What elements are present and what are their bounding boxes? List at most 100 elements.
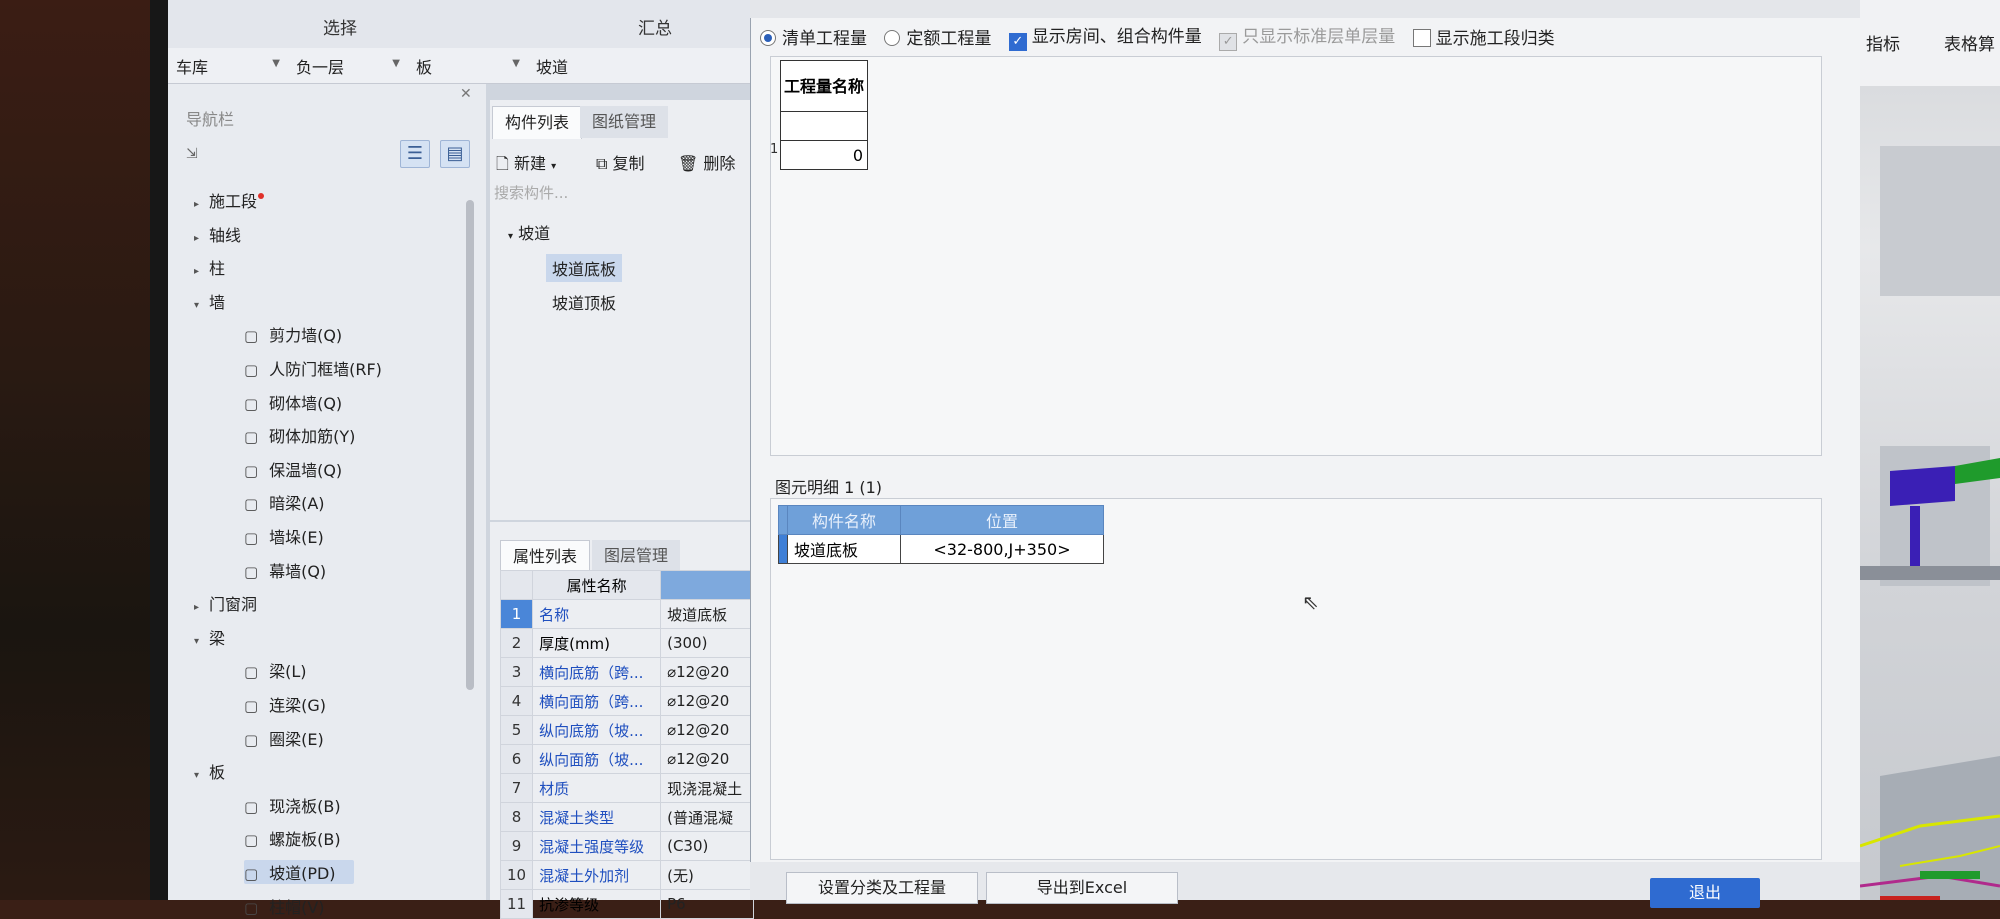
pin-icon[interactable]: ⇲ bbox=[186, 146, 198, 162]
sidebar-item[interactable]: ▢ 坡道(PD) bbox=[244, 860, 354, 884]
property-value-cell[interactable]: P6 bbox=[660, 889, 755, 919]
sidebar-item-label: 螺旋板(B) bbox=[269, 830, 341, 850]
property-row[interactable]: 9 混凝土强度等级 (C30) bbox=[499, 831, 755, 861]
sidebar-item[interactable]: ▢ 梁(L) bbox=[244, 658, 307, 682]
3d-wall-face bbox=[1880, 146, 2000, 296]
tree-item-ramp-bottom-slab[interactable]: 坡道底板 bbox=[546, 254, 623, 282]
component-type-icon: ▢ bbox=[244, 697, 259, 715]
property-row[interactable]: 11 抗渗等级 P6 bbox=[499, 889, 755, 919]
close-icon[interactable]: ✕ bbox=[460, 86, 472, 102]
floor-select[interactable]: 负一层 ▼ bbox=[296, 54, 406, 78]
detail-position-header: 位置 bbox=[900, 505, 1104, 535]
quantity-value-cell[interactable]: 0 bbox=[780, 140, 868, 170]
property-name-cell: 混凝土类型 bbox=[532, 802, 662, 832]
show-rooms-checkbox[interactable]: ✓ 显示房间、组合构件量 bbox=[1008, 22, 1202, 51]
3d-viewport[interactable] bbox=[1859, 86, 2000, 900]
property-value-cell[interactable]: (无) bbox=[660, 860, 755, 890]
property-value-cell[interactable]: 现浇混凝土 bbox=[660, 773, 755, 803]
property-row[interactable]: 1 名称 坡道底板 bbox=[499, 599, 755, 629]
tab-component-list[interactable]: 构件列表 bbox=[492, 106, 583, 139]
sidebar-item-label: 砌体墙(Q) bbox=[269, 393, 343, 413]
property-value-cell[interactable]: (普通混凝 bbox=[660, 802, 755, 832]
exit-button[interactable]: 退出 bbox=[1650, 878, 1760, 908]
property-row[interactable]: 4 横向面筋（跨... ⌀12@20 bbox=[499, 686, 755, 716]
sidebar-item[interactable]: ▢ 墙垛(E) bbox=[244, 524, 324, 548]
quota-qty-radio[interactable]: 定额工程量 bbox=[884, 24, 991, 49]
tab-drawing-management[interactable]: 图纸管理 bbox=[580, 106, 669, 138]
property-row[interactable]: 5 纵向底筋（坡... ⌀12@20 bbox=[499, 715, 755, 745]
photo-background bbox=[0, 0, 170, 900]
property-row[interactable]: 10 混凝土外加剂 (无) bbox=[499, 860, 755, 890]
property-row[interactable]: 6 纵向面筋（坡... ⌀12@20 bbox=[499, 744, 755, 774]
detail-view-icon[interactable]: ▤ bbox=[440, 140, 470, 168]
detail-row[interactable]: 坡道底板 <32-800,J+350> bbox=[778, 534, 1104, 564]
sidebar-item[interactable]: ▢ 保温墙(Q) bbox=[244, 457, 342, 481]
sidebar-item[interactable]: ▢ 柱帽(V) bbox=[244, 894, 325, 918]
tab-layer-management[interactable]: 图层管理 bbox=[592, 540, 681, 572]
property-value-cell[interactable]: (300) bbox=[660, 628, 755, 658]
delete-button[interactable]: 🗑 删除 bbox=[678, 150, 735, 174]
nav-scrollbar[interactable] bbox=[466, 200, 474, 690]
sidebar-item-label: 梁 bbox=[209, 628, 226, 648]
sidebar-item[interactable]: ▾ 梁 bbox=[194, 625, 225, 649]
sidebar-item[interactable]: ▸ 施工段 bbox=[194, 188, 265, 212]
component-select[interactable]: 坡道 bbox=[536, 54, 646, 78]
sidebar-item[interactable]: ▸ 门窗洞 bbox=[194, 591, 257, 615]
component-type-icon: ▢ bbox=[244, 898, 259, 917]
select-label: 选择 bbox=[323, 19, 357, 39]
export-excel-button[interactable]: 导出到Excel bbox=[986, 872, 1178, 904]
sidebar-item[interactable]: ▢ 人防门框墙(RF) bbox=[244, 356, 382, 380]
floor-value: 负一层 bbox=[296, 58, 345, 77]
property-value-cell[interactable]: ⌀12@20 bbox=[660, 657, 755, 687]
property-row[interactable]: 7 材质 现浇混凝土 bbox=[499, 773, 755, 803]
copy-button[interactable]: ⧉ 复制 bbox=[596, 150, 645, 174]
component-search-input[interactable]: 搜索构件... bbox=[490, 182, 758, 208]
sidebar-item[interactable]: ▢ 砌体墙(Q) bbox=[244, 390, 342, 414]
set-category-button[interactable]: 设置分类及工程量 bbox=[786, 872, 978, 904]
sidebar-item[interactable]: ▢ 连梁(G) bbox=[244, 692, 326, 716]
sidebar-item[interactable]: ▢ 现浇板(B) bbox=[244, 793, 341, 817]
property-row[interactable]: 2 厚度(mm) (300) bbox=[499, 628, 755, 658]
component-value: 坡道 bbox=[536, 58, 569, 77]
property-value-cell[interactable]: ⌀12@20 bbox=[660, 715, 755, 745]
sidebar-item[interactable]: ▢ 幕墙(Q) bbox=[244, 558, 326, 582]
sidebar-item[interactable]: ▾ 墙 bbox=[194, 289, 225, 313]
checkmark-icon: ✓ bbox=[1219, 33, 1238, 51]
sidebar-item[interactable]: ▾ 板 bbox=[194, 759, 225, 783]
property-value-cell[interactable]: ⌀12@20 bbox=[660, 744, 755, 774]
property-row-number: 1 bbox=[499, 599, 534, 629]
show-rooms-label: 显示房间、组合构件量 bbox=[1031, 27, 1202, 47]
detail-position-cell[interactable]: <32-800,J+350> bbox=[900, 534, 1104, 564]
tree-root-label: 坡道 bbox=[518, 224, 551, 243]
show-sections-checkbox[interactable]: 显示施工段归类 bbox=[1412, 24, 1555, 49]
property-row[interactable]: 3 横向底筋（跨... ⌀12@20 bbox=[499, 657, 755, 687]
new-button[interactable]: 🗋 新建 ▾ bbox=[496, 150, 556, 180]
property-value-cell[interactable]: ⌀12@20 bbox=[660, 686, 755, 716]
property-value-cell[interactable]: 坡道底板 bbox=[660, 599, 755, 629]
property-value-cell[interactable]: (C30) bbox=[660, 831, 755, 861]
category-select[interactable]: 板 ▼ bbox=[416, 54, 526, 78]
property-row[interactable]: 8 混凝土类型 (普通混凝 bbox=[499, 802, 755, 832]
sidebar-item[interactable]: ▢ 圈梁(E) bbox=[244, 726, 324, 750]
tree-item-ramp-top-slab[interactable]: 坡道顶板 bbox=[552, 290, 616, 314]
table-calc-button[interactable]: 表格算 bbox=[1944, 30, 1995, 55]
indicator-button[interactable]: 指标 bbox=[1866, 30, 1900, 55]
sidebar-item[interactable]: ▢ 暗梁(A) bbox=[244, 490, 325, 514]
property-name-cell: 横向底筋（跨... bbox=[532, 657, 662, 687]
quantity-row[interactable]: 0 bbox=[780, 140, 868, 170]
tab-property-list[interactable]: 属性列表 bbox=[500, 540, 591, 573]
sidebar-item[interactable]: ▢ 剪力墙(Q) bbox=[244, 322, 342, 346]
detail-name-cell[interactable]: 坡道底板 bbox=[787, 534, 901, 564]
property-row-number: 8 bbox=[499, 802, 534, 832]
sidebar-item[interactable]: ▢ 螺旋板(B) bbox=[244, 826, 341, 850]
bill-qty-radio[interactable]: 清单工程量 bbox=[760, 24, 867, 49]
sidebar-item[interactable]: ▸ 轴线 bbox=[194, 222, 241, 246]
floor-group-select[interactable]: 车库 ▼ bbox=[176, 54, 286, 78]
property-row-number: 4 bbox=[499, 686, 534, 716]
list-view-icon[interactable]: ☰ bbox=[400, 140, 430, 168]
sidebar-item[interactable]: ▢ 砌体加筋(Y) bbox=[244, 423, 355, 447]
3d-red-element bbox=[1880, 896, 1940, 900]
detail-count: 1 (1) bbox=[844, 478, 883, 497]
sidebar-item[interactable]: ▸ 柱 bbox=[194, 255, 225, 279]
tree-root[interactable]: ▾ 坡道 bbox=[508, 220, 550, 244]
